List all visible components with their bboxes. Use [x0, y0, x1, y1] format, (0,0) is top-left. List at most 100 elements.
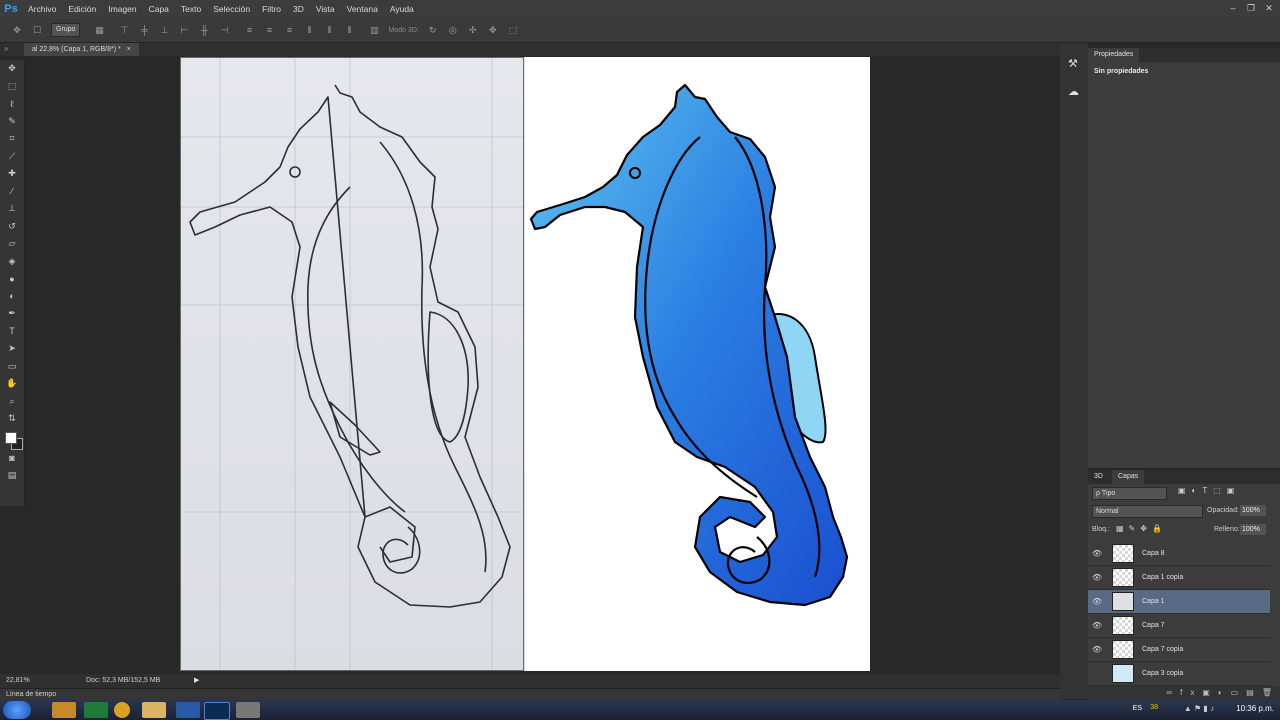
menu-texto[interactable]: Texto [175, 0, 207, 18]
path-select-tool-icon[interactable]: ➤ [0, 340, 24, 358]
layer-filter-dropdown[interactable]: ρ Tipo [1092, 487, 1167, 500]
quick-mask-icon[interactable]: ◙ [0, 450, 24, 468]
excel-icon[interactable] [84, 702, 108, 718]
transform-controls-icon[interactable]: ▦ [92, 23, 106, 37]
swap-colors-icon[interactable]: ⇅ [0, 410, 24, 428]
distribute-bottom-icon[interactable]: ≡ [282, 23, 296, 37]
clone-stamp-tool-icon[interactable]: ⊥ [0, 200, 24, 218]
history-brush-tool-icon[interactable]: ↺ [0, 218, 24, 236]
move-tool-icon[interactable]: ✥ [0, 60, 24, 78]
eyedropper-tool-icon[interactable]: ⟋ [0, 148, 24, 166]
align-left-icon[interactable]: ⊢ [177, 23, 191, 37]
distribute-hcenter-icon[interactable]: ⦀ [322, 23, 336, 37]
zoom-tool-icon[interactable]: ⌕ [0, 393, 24, 411]
menu-archivo[interactable]: Archivo [22, 0, 62, 18]
distribute-right-icon[interactable]: ⦀ [342, 23, 356, 37]
panel-collapse-icon[interactable]: » [4, 44, 8, 53]
align-hcenter-icon[interactable]: ╫ [197, 23, 211, 37]
libraries-dock-icon[interactable]: ☁ [1068, 85, 1079, 98]
pen-tool-icon[interactable]: ✒ [0, 305, 24, 323]
quick-select-tool-icon[interactable]: ✎ [0, 113, 24, 131]
tray-icons[interactable]: ▲ ⚑ ▮ ♪ [1184, 704, 1214, 713]
align-right-icon[interactable]: ⊣ [217, 23, 231, 37]
screen-mode-icon[interactable]: ▤ [0, 467, 24, 485]
app-taskbar-icon[interactable] [236, 702, 260, 718]
tab-3d[interactable]: 3D [1088, 470, 1109, 484]
menu-filtro[interactable]: Filtro [256, 0, 287, 18]
start-button[interactable] [3, 701, 31, 719]
hand-tool-icon[interactable]: ✋ [0, 375, 24, 393]
healing-brush-tool-icon[interactable]: ✚ [0, 165, 24, 183]
document-tab[interactable]: al 22,8% (Capa 1, RGB/8*) * × [24, 43, 139, 56]
menu-3d[interactable]: 3D [287, 0, 310, 18]
word-icon[interactable] [176, 702, 200, 718]
language-indicator[interactable]: ES [1133, 705, 1142, 712]
layer-row[interactable]: 👁 Capa 7 [1088, 614, 1270, 638]
restore-button[interactable]: ❐ [1244, 2, 1258, 14]
eye-icon[interactable]: 👁 [1088, 645, 1106, 654]
layer-filter-icons[interactable]: ▣◐T⬚▣ [1178, 486, 1240, 495]
blur-tool-icon[interactable]: ● [0, 270, 24, 288]
eraser-tool-icon[interactable]: ▱ [0, 235, 24, 253]
minimize-button[interactable]: – [1226, 2, 1240, 14]
eye-icon[interactable]: 👁 [1088, 597, 1106, 606]
menu-vista[interactable]: Vista [310, 0, 341, 18]
eye-icon[interactable]: 👁 [1088, 573, 1106, 582]
tray-badge[interactable]: 38 [1150, 704, 1158, 711]
slide-3d-icon[interactable]: ✥ [486, 23, 500, 37]
lock-icons[interactable]: ▦✎✥🔒 [1116, 524, 1167, 533]
timeline-panel-header[interactable]: Línea de tiempo [0, 688, 1060, 700]
menu-ventana[interactable]: Ventana [341, 0, 384, 18]
dodge-tool-icon[interactable]: ◐ [0, 288, 24, 306]
distribute-top-icon[interactable]: ≡ [242, 23, 256, 37]
crop-tool-icon[interactable]: ⌗ [0, 130, 24, 148]
tab-propiedades[interactable]: Propiedades [1088, 48, 1140, 62]
photoshop-taskbar-icon[interactable] [204, 702, 230, 720]
color-swatches[interactable] [0, 428, 24, 450]
eye-icon[interactable]: 👁 [1088, 549, 1106, 558]
distribute-vcenter-icon[interactable]: ≡ [262, 23, 276, 37]
auto-align-icon[interactable]: ▥ [367, 23, 381, 37]
marquee-tool-icon[interactable]: ⬚ [0, 78, 24, 96]
tab-capas[interactable]: Capas [1112, 470, 1145, 484]
eye-icon[interactable]: 👁 [1088, 621, 1106, 630]
menu-capa[interactable]: Capa [143, 0, 175, 18]
paint-bucket-tool-icon[interactable]: ◈ [0, 253, 24, 271]
zoom-level[interactable]: 22,81% [6, 674, 30, 688]
fill-input[interactable]: 100% [1240, 524, 1266, 535]
menu-ayuda[interactable]: Ayuda [384, 0, 420, 18]
layer-row[interactable]: 👁 Capa 1 copia [1088, 566, 1270, 590]
auto-select-dropdown[interactable]: Grupo [51, 23, 81, 37]
layer-row[interactable]: 👁 Capa 3 copia [1088, 662, 1270, 686]
document-canvas[interactable] [180, 57, 870, 671]
align-vcenter-icon[interactable]: ╪ [137, 23, 151, 37]
align-top-icon[interactable]: ⊤ [117, 23, 131, 37]
align-bottom-icon[interactable]: ⊥ [157, 23, 171, 37]
rectangle-tool-icon[interactable]: ▭ [0, 358, 24, 376]
brush-tool-icon[interactable]: ∕ [0, 183, 24, 201]
explorer-icon[interactable] [142, 702, 166, 718]
menu-edicion[interactable]: Edición [62, 0, 102, 18]
scale-3d-icon[interactable]: ⬚ [506, 23, 520, 37]
move-tool-preset-icon[interactable]: ✥ [10, 23, 24, 37]
chrome-icon[interactable] [114, 702, 130, 718]
menu-imagen[interactable]: Imagen [102, 0, 142, 18]
layer-row[interactable]: 👁 Capa 8 [1088, 542, 1270, 566]
roll-3d-icon[interactable]: ◎ [446, 23, 460, 37]
auto-select-checkbox[interactable]: ☐ [30, 23, 44, 37]
type-tool-icon[interactable]: T [0, 323, 24, 341]
close-button[interactable]: ✕ [1262, 2, 1276, 14]
drag-3d-icon[interactable]: ✣ [466, 23, 480, 37]
layer-row-selected[interactable]: 👁 Capa 1 [1088, 590, 1270, 614]
properties-dock-icon[interactable]: ⚒ [1068, 57, 1078, 70]
menu-seleccion[interactable]: Selección [207, 0, 256, 18]
media-player-icon[interactable] [52, 702, 76, 718]
document-tab-close-icon[interactable]: × [127, 43, 131, 56]
status-menu-arrow-icon[interactable]: ▶ [194, 674, 199, 688]
layer-row[interactable]: 👁 Capa 7 copia [1088, 638, 1270, 662]
blend-mode-dropdown[interactable]: Normal [1092, 505, 1203, 518]
rotate-3d-icon[interactable]: ↻ [426, 23, 440, 37]
opacity-input[interactable]: 100% [1240, 505, 1266, 516]
clock[interactable]: 10:36 p.m. [1236, 704, 1274, 713]
distribute-left-icon[interactable]: ⦀ [302, 23, 316, 37]
